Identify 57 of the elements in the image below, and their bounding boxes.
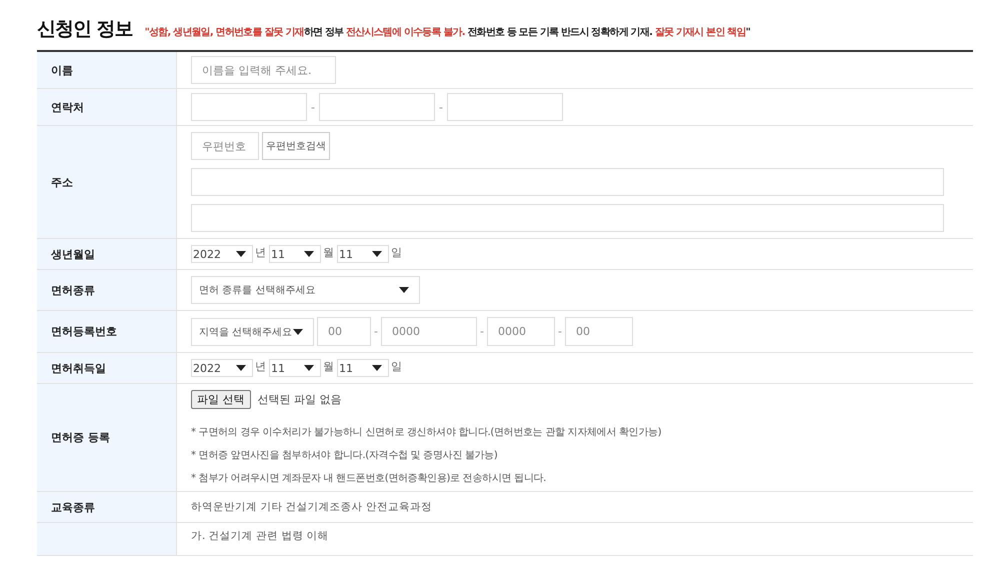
input-field[interactable]: 우편번호 xyxy=(191,132,259,160)
input-field[interactable] xyxy=(191,93,307,121)
list-item: 가. 건설기계 관련 법령 이해 xyxy=(191,529,329,543)
field-label: 이름 xyxy=(51,62,73,78)
input-field[interactable]: 00 xyxy=(564,317,633,346)
date-unit: 년 xyxy=(255,245,266,260)
date-unit: 년 xyxy=(255,359,266,374)
input-field[interactable]: 0000 xyxy=(380,317,477,346)
caret-icon xyxy=(372,251,382,257)
date-select[interactable]: 11 xyxy=(337,359,389,377)
date-select[interactable]: 11 xyxy=(337,245,389,263)
date-unit: 일 xyxy=(391,245,402,260)
note-text: * 첨부가 어려우시면 계좌문자 내 핸드폰번호(면허증확인용)로 전송하시면 됩니다. xyxy=(191,472,548,485)
caret-icon xyxy=(236,365,246,371)
separator-dash: - xyxy=(558,325,562,338)
file-select-button[interactable]: 파일 선택 xyxy=(191,390,250,409)
input-field[interactable] xyxy=(191,168,944,196)
input-field[interactable] xyxy=(446,93,563,121)
input-field[interactable]: 이름을 입력해 주세요. xyxy=(191,56,336,84)
input-field[interactable]: 0000 xyxy=(486,317,555,346)
input-field[interactable] xyxy=(191,204,944,232)
separator-dash: - xyxy=(311,100,315,114)
date-select[interactable]: 11 xyxy=(269,359,321,377)
date-select[interactable]: 11 xyxy=(269,245,321,263)
caret-icon xyxy=(372,365,382,371)
field-label: 면허증 등록 xyxy=(51,430,110,445)
note-text: * 구면허의 경우 이수처리가 불가능하니 신면허로 갱신하셔야 합니다.(면허번호는 관할 지자체에서 확인가능) xyxy=(191,426,662,439)
caret-icon xyxy=(399,287,409,293)
notice-text: "성함, 생년월일, 면허번호를 잘못 기재하면 정부 전산시스템에 이수등록 불가. 전화번호 등 모든 기록 반드시 정확하게 기재. 잘못 기재시 본인 책임" xyxy=(144,26,750,39)
zipcode-search-button[interactable]: 우편번호검색 xyxy=(262,132,330,160)
caret-icon xyxy=(293,328,303,334)
field-label: 생년월일 xyxy=(51,246,95,262)
caret-icon xyxy=(236,251,246,257)
date-unit: 월 xyxy=(323,245,334,260)
field-label: 연락처 xyxy=(51,100,84,114)
note-text: * 면허증 앞면사진을 첨부하셔야 합니다.(자격수첩 및 증명사진 불가능) xyxy=(191,449,499,462)
section-title: 신청인 정보 xyxy=(37,17,133,42)
separator-dash: - xyxy=(374,325,378,338)
field-label: 교육종류 xyxy=(51,500,95,514)
date-unit: 일 xyxy=(391,359,402,374)
input-field[interactable]: 00 xyxy=(317,317,371,346)
field-label: 면허등록번호 xyxy=(51,324,117,339)
input-field[interactable] xyxy=(318,93,435,121)
caret-icon xyxy=(304,251,314,257)
separator-dash: - xyxy=(480,325,484,338)
license-type-select[interactable]: 면허 종류를 선택해주세요 xyxy=(191,276,420,304)
field-label: 면허종류 xyxy=(51,282,95,298)
date-select[interactable]: 2022 xyxy=(191,359,253,377)
date-select[interactable]: 2022 xyxy=(191,245,253,263)
field-label: 주소 xyxy=(51,174,73,190)
caret-icon xyxy=(304,365,314,371)
course-name: 하역운반기계 기타 건설기계조종사 안전교육과정 xyxy=(191,500,432,514)
date-unit: 월 xyxy=(323,359,334,374)
region-select[interactable]: 지역을 선택해주세요 xyxy=(191,318,314,346)
field-label: 면허취득일 xyxy=(51,360,106,376)
file-status: 선택된 파일 없음 xyxy=(258,392,342,407)
separator-dash: - xyxy=(438,100,443,114)
